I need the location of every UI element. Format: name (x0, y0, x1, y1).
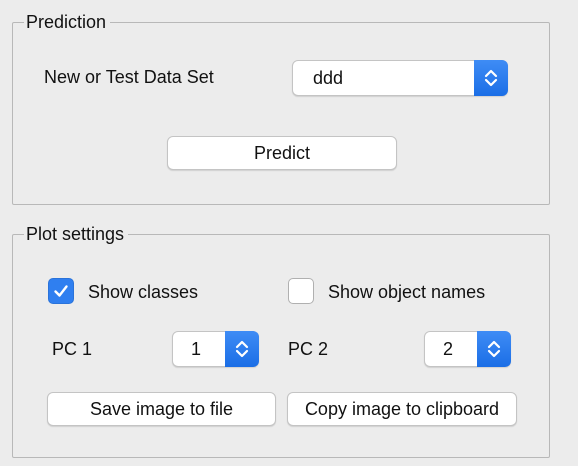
copy-image-button[interactable]: Copy image to clipboard (287, 392, 517, 426)
pc2-select[interactable]: 2 (424, 331, 511, 367)
pc1-select[interactable]: 1 (172, 331, 259, 367)
show-classes-checkbox[interactable] (48, 278, 74, 304)
show-classes-label[interactable]: Show classes (88, 281, 198, 303)
checkmark-icon (54, 285, 68, 297)
plot-settings-panel-title: Plot settings (24, 223, 129, 245)
chevron-up-down-icon (225, 331, 259, 367)
show-object-names-checkbox[interactable] (288, 278, 314, 304)
pc1-select-value: 1 (191, 338, 202, 359)
dataset-select[interactable]: ddd (292, 60, 508, 96)
pc1-label: PC 1 (52, 339, 93, 359)
dataset-label: New or Test Data Set (44, 67, 214, 87)
show-object-names-label[interactable]: Show object names (328, 281, 485, 303)
dataset-select-value: ddd (313, 67, 344, 88)
prediction-panel-title: Prediction (24, 11, 111, 33)
chevron-up-down-icon (474, 60, 508, 96)
pc2-select-value: 2 (443, 338, 454, 359)
chevron-up-down-icon (477, 331, 511, 367)
save-image-button[interactable]: Save image to file (47, 392, 276, 426)
predict-button[interactable]: Predict (167, 136, 397, 170)
pc2-label: PC 2 (288, 339, 329, 359)
prediction-panel (12, 22, 550, 205)
